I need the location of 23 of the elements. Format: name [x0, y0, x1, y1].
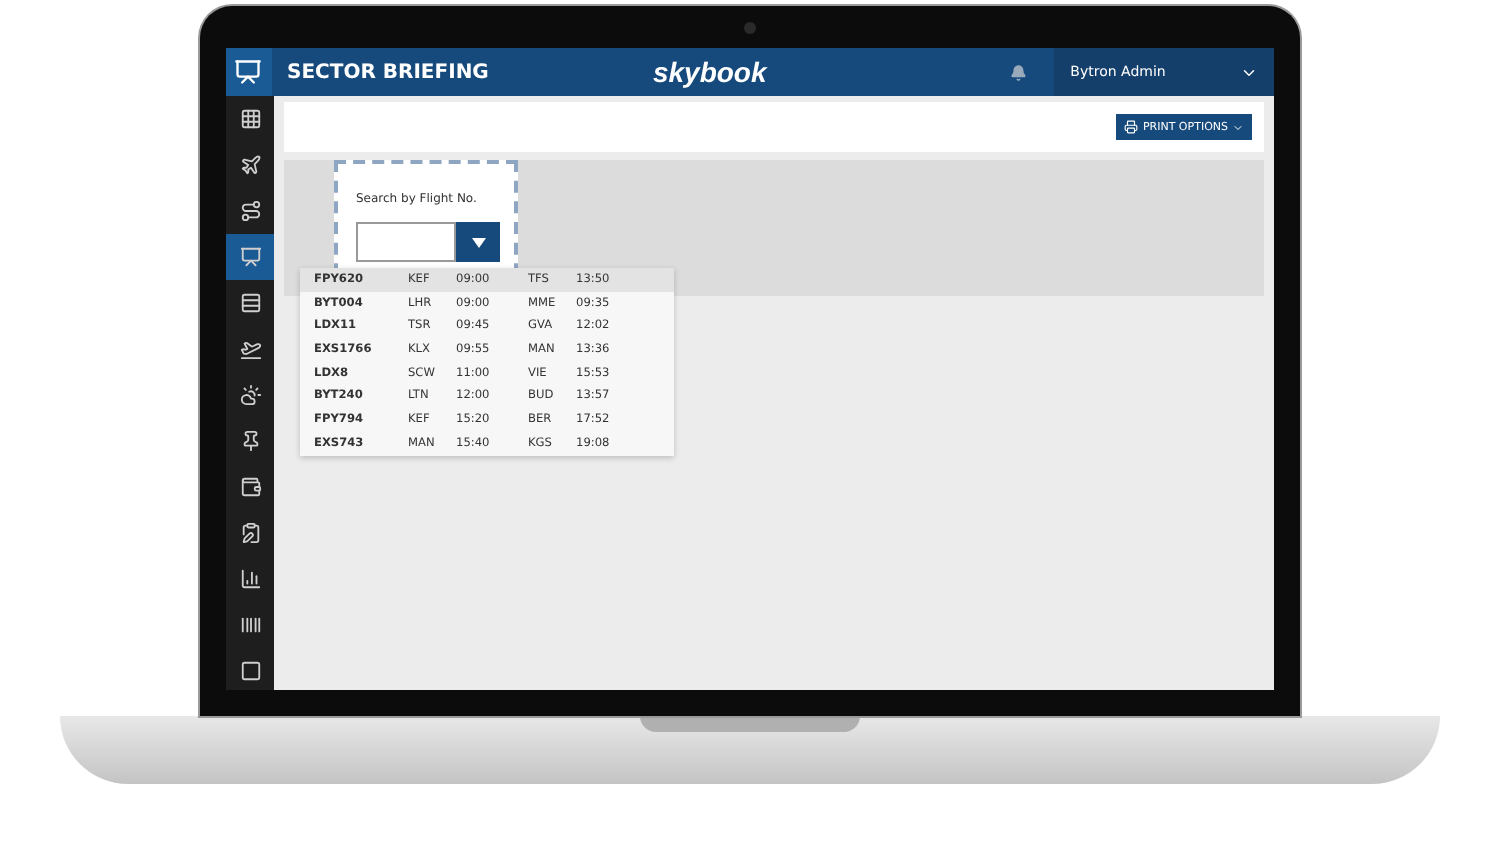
- grid-icon: [239, 108, 261, 130]
- flight-search-field[interactable]: [356, 222, 456, 262]
- plane-icon: [239, 154, 261, 176]
- square-icon: [239, 660, 261, 682]
- dropdown-button[interactable]: [456, 222, 500, 262]
- page-title: SECTOR BRIEFING: [287, 61, 491, 83]
- plane-icon: [239, 338, 261, 360]
- clipboard-icon: [239, 522, 261, 544]
- route-icon: [239, 200, 261, 222]
- chevron-icon: [1232, 121, 1244, 133]
- presentation-icon: [226, 48, 272, 96]
- cloud-sun-icon: [239, 384, 261, 406]
- barcode-icon: [239, 614, 261, 636]
- caret-icon: [471, 237, 485, 247]
- camera-dot: [744, 22, 756, 34]
- presentation-icon: [239, 246, 261, 268]
- pin-icon: [239, 430, 261, 452]
- wallet-icon: [239, 476, 261, 498]
- bell-icon[interactable]: [1009, 63, 1027, 81]
- bar-chart-icon: [239, 568, 261, 590]
- printer-icon: [1124, 120, 1139, 134]
- logo: skybook: [652, 56, 770, 88]
- list-icon: [239, 292, 261, 314]
